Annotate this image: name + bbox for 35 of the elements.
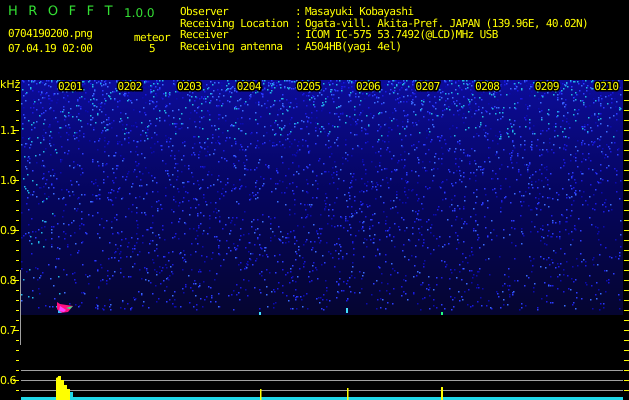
info-label: Receiving antenna — [180, 40, 284, 51]
app-title: H R O F F T — [8, 4, 116, 21]
info-label: Receiver — [180, 28, 228, 40]
info-separator: : — [295, 28, 302, 40]
info-value: Masayuki Kobayashi — [305, 5, 414, 16]
info-value: A504HB(yagi 4el) — [305, 40, 402, 51]
info-separator: : — [295, 5, 302, 16]
frequency-label: 0.8 — [0, 274, 16, 287]
info-label: Receiving Location — [180, 16, 290, 28]
frequency-label: 1.1 — [0, 124, 16, 137]
time-label: 0205 — [296, 80, 320, 93]
date-time: 07.04.19 02:00 — [8, 42, 94, 54]
frequency-label: 1.0 — [0, 174, 16, 187]
info-label: Observer — [180, 5, 230, 16]
info-separator: : — [295, 40, 302, 51]
time-label: 0202 — [118, 80, 142, 93]
frequency-label: 0.7 — [0, 324, 16, 337]
time-label: 0203 — [177, 80, 202, 93]
time-label: 0210 — [594, 80, 618, 93]
time-label: 0207 — [416, 80, 440, 93]
time-label: 0209 — [534, 80, 559, 93]
time-label: 0204 — [236, 80, 261, 93]
file-name: 0704190200.png — [8, 27, 94, 40]
time-label: 0208 — [475, 80, 500, 93]
time-label: 0206 — [356, 80, 380, 93]
frequency-label: 0.6 — [0, 374, 16, 387]
frequency-label: 0.9 — [0, 224, 16, 237]
unit-label: kHz — [0, 80, 20, 91]
meteor-count: 5 — [148, 42, 156, 54]
info-value: ICOM IC-575 53.7492(@LCD)MHz USB — [305, 28, 498, 40]
info-value: Ogata-vill. Akita-Pref. JAPAN (139.96E, 40.02N) — [305, 16, 588, 28]
info-separator: : — [295, 16, 302, 28]
time-label: 0201 — [58, 80, 82, 93]
app-version: 1.0.0 — [124, 5, 156, 22]
meteor-label: meteor — [134, 31, 170, 44]
